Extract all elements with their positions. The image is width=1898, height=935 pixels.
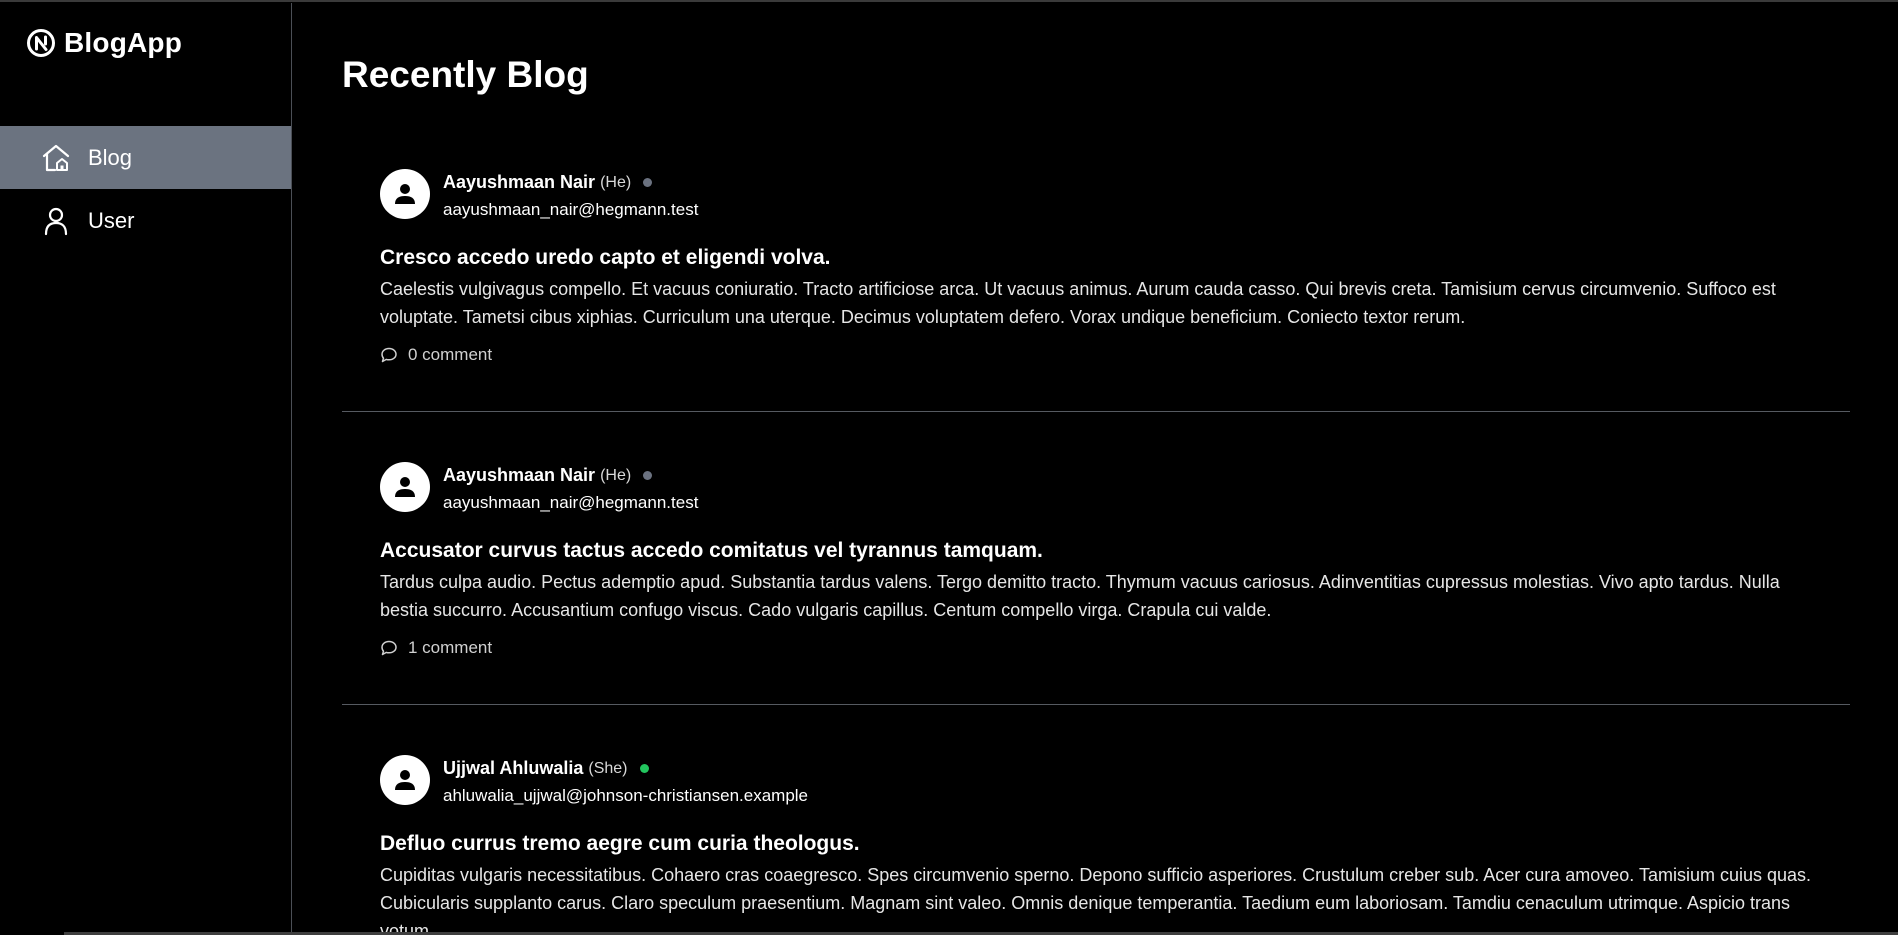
post-body: Tardus culpa audio. Pectus ademptio apud…	[380, 572, 1780, 620]
author-email: aayushmaan_nair@hegmann.test	[443, 200, 699, 219]
post-body: Cupiditas vulgaris necessitatibus. Cohae…	[380, 865, 1812, 935]
brand-logo-icon	[26, 28, 56, 58]
post-card: Aayushmaan Nair (He) aayushmaan_nair@heg…	[342, 119, 1850, 412]
sidebar-item-label: User	[88, 207, 135, 233]
sidebar-nav: Blog User	[0, 126, 291, 252]
author-name[interactable]: Ujjwal Ahluwalia	[443, 758, 583, 779]
author-line: Aayushmaan Nair (He)	[443, 465, 653, 486]
author-email: aayushmaan_nair@hegmann.test	[443, 493, 699, 512]
avatar-person-icon	[395, 184, 415, 204]
author-email: ahluwalia_ujjwal@johnson-christiansen.ex…	[443, 786, 809, 805]
author-pronoun: (She)	[588, 759, 628, 777]
avatar-person-icon	[395, 770, 415, 790]
status-dot	[643, 178, 653, 187]
post-title[interactable]: Cresco accedo uredo capto et eligendi vo…	[380, 246, 830, 270]
avatar-person-icon	[395, 477, 415, 497]
post-card: Ujjwal Ahluwalia (She) ahluwalia_ujjwal@…	[342, 705, 1850, 935]
comment-icon	[380, 346, 398, 364]
avatar[interactable]	[380, 169, 430, 219]
comment-count: 1 comment	[408, 638, 493, 657]
author-pronoun: (He)	[600, 466, 632, 484]
comment-count-button[interactable]: 0 comment	[380, 345, 492, 365]
author-name[interactable]: Aayushmaan Nair	[443, 465, 595, 486]
comment-count: 0 comment	[408, 345, 493, 364]
avatar[interactable]	[380, 755, 430, 805]
status-dot	[643, 471, 653, 480]
post-card: Aayushmaan Nair (He) aayushmaan_nair@heg…	[342, 412, 1850, 705]
page-title: Recently Blog	[342, 54, 589, 95]
author-line: Aayushmaan Nair (He)	[443, 172, 653, 193]
author-pronoun: (He)	[600, 173, 632, 191]
sidebar-item-blog[interactable]: Blog	[0, 126, 291, 189]
sidebar-item-user[interactable]: User	[0, 189, 291, 252]
post-body: Caelestis vulgivagus compello. Et vacuus…	[380, 279, 1776, 327]
author-line: Ujjwal Ahluwalia (She)	[443, 758, 649, 779]
home-icon	[40, 142, 72, 174]
window-top-border	[0, 0, 1898, 2]
brand-logo[interactable]: BlogApp	[26, 25, 182, 61]
user-icon	[40, 205, 72, 237]
app-name: BlogApp	[64, 27, 183, 58]
avatar[interactable]	[380, 462, 430, 512]
author-name[interactable]: Aayushmaan Nair	[443, 172, 595, 193]
post-title[interactable]: Defluo currus tremo aegre cum curia theo…	[380, 832, 860, 856]
sidebar-item-label: Blog	[88, 144, 133, 170]
sidebar: BlogApp Blog User	[0, 3, 292, 935]
comment-icon	[380, 639, 398, 657]
main-content: Recently Blog Aayushmaan Nair (He) aayus…	[342, 3, 1850, 935]
comment-count-button[interactable]: 1 comment	[380, 638, 492, 658]
status-dot	[639, 764, 649, 773]
post-title[interactable]: Accusator curvus tactus accedo comitatus…	[380, 539, 1043, 563]
